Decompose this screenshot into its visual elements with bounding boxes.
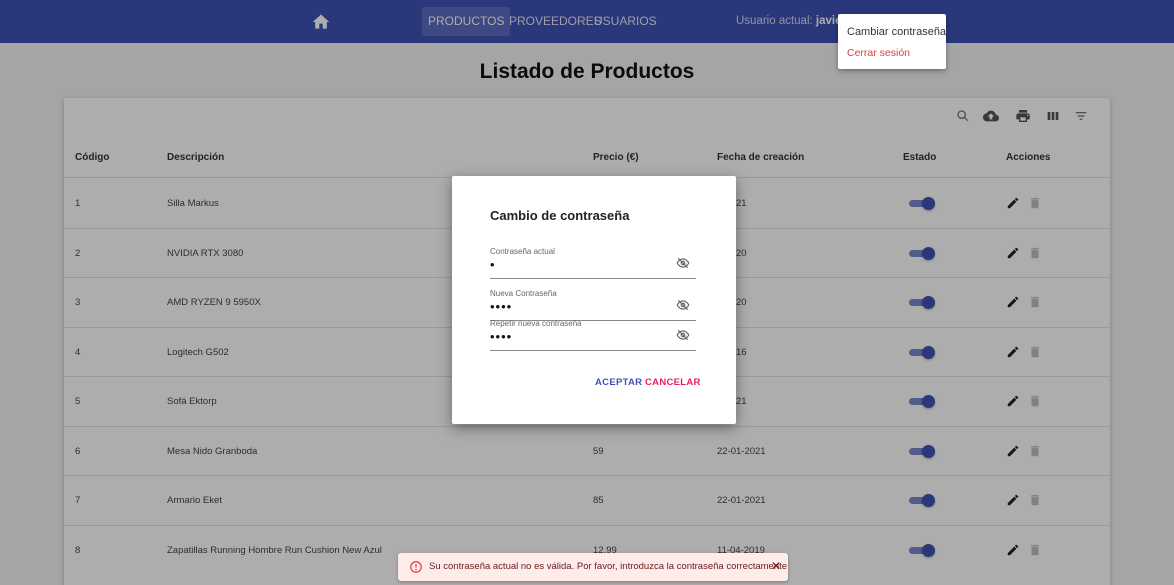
new-password-field[interactable]: Nueva Contraseña <box>490 289 696 321</box>
cancel-button[interactable]: CANCELAR <box>645 377 701 388</box>
repeat-password-underline <box>490 350 696 351</box>
visibility-off-icon[interactable] <box>676 328 690 342</box>
error-snackbar: Su contraseña actual no es válida. Por f… <box>398 553 788 581</box>
dialog-title: Cambio de contraseña <box>490 208 630 223</box>
repeat-password-field[interactable]: Repetir nueva contraseña <box>490 319 696 351</box>
current-password-field[interactable]: Contraseña actual <box>490 247 696 279</box>
menu-item-logout[interactable]: Cerrar sesión <box>847 47 910 59</box>
current-password-label: Contraseña actual <box>490 247 555 256</box>
accept-button[interactable]: ACEPTAR <box>595 377 642 388</box>
visibility-off-icon[interactable] <box>676 298 690 312</box>
visibility-off-icon[interactable] <box>676 256 690 270</box>
current-password-input[interactable] <box>490 257 660 271</box>
user-dropdown-menu: Cambiar contraseña Cerrar sesión <box>838 14 946 69</box>
change-password-dialog: Cambio de contraseña Contraseña actual N… <box>452 176 736 424</box>
repeat-password-input[interactable] <box>490 329 660 343</box>
error-outline-icon <box>410 561 422 573</box>
new-password-label: Nueva Contraseña <box>490 289 557 298</box>
repeat-password-label: Repetir nueva contraseña <box>490 319 582 328</box>
snackbar-message: Su contraseña actual no es válida. Por f… <box>429 561 788 572</box>
menu-item-change-password[interactable]: Cambiar contraseña <box>847 26 946 38</box>
close-icon[interactable]: ✕ <box>768 558 784 574</box>
current-password-underline <box>490 278 696 279</box>
new-password-input[interactable] <box>490 299 660 313</box>
